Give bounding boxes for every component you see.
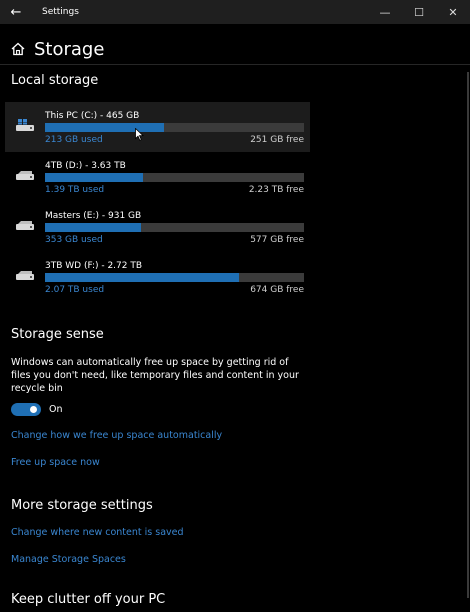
window-controls: — ☐ ✕ — [368, 0, 470, 24]
manage-storage-spaces-link[interactable]: Manage Storage Spaces — [11, 554, 126, 565]
page-title: Storage — [34, 38, 105, 60]
drive-usage-bar — [45, 173, 304, 182]
maximize-button[interactable]: ☐ — [402, 0, 436, 24]
change-save-location-link[interactable]: Change where new content is saved — [11, 527, 184, 538]
drive-item-f[interactable]: 3TB WD (F:) - 2.72 TB 2.07 TB used 674 G… — [5, 252, 310, 302]
back-button[interactable]: ← — [0, 0, 32, 24]
drive-item-d[interactable]: 4TB (D:) - 3.63 TB 1.39 TB used 2.23 TB … — [5, 152, 310, 202]
drive-icon — [16, 171, 34, 180]
drive-name: 3TB WD (F:) - 2.72 TB — [45, 261, 143, 271]
page-header: Storage — [10, 36, 104, 62]
toggle-state-label: On — [49, 404, 63, 415]
drive-name: Masters (E:) - 931 GB — [45, 211, 142, 221]
local-storage-heading: Local storage — [11, 73, 99, 88]
drive-name: This PC (C:) - 465 GB — [45, 111, 140, 121]
scrollbar[interactable] — [467, 72, 469, 598]
back-arrow-icon: ← — [10, 4, 22, 20]
home-icon[interactable] — [10, 41, 26, 57]
mouse-cursor-icon — [135, 128, 144, 141]
close-button[interactable]: ✕ — [436, 0, 470, 24]
free-up-space-now-link[interactable]: Free up space now — [11, 457, 100, 468]
windows-drive-icon — [16, 119, 34, 131]
title-bar: ← Settings — ☐ ✕ — [0, 0, 470, 24]
drive-used: 213 GB used — [45, 135, 103, 145]
storage-sense-toggle[interactable] — [11, 403, 41, 416]
drive-usage-fill — [45, 273, 240, 282]
drive-free: 674 GB free — [250, 285, 304, 295]
drive-free: 2.23 TB free — [248, 185, 304, 195]
drive-free: 577 GB free — [250, 235, 304, 245]
drive-usage-bar — [45, 273, 304, 282]
settings-window: ← Settings — ☐ ✕ Storage Local storage T… — [0, 0, 470, 612]
toggle-knob — [30, 406, 37, 413]
drive-icon — [16, 271, 34, 280]
storage-sense-description: Windows can automatically free up space … — [11, 357, 299, 394]
minimize-icon: — — [379, 5, 391, 19]
app-title: Settings — [42, 7, 79, 17]
drive-usage-bar — [45, 123, 304, 132]
drive-usage-fill — [45, 123, 165, 132]
storage-sense-heading: Storage sense — [11, 327, 104, 342]
drive-used: 353 GB used — [45, 235, 103, 245]
change-free-up-space-link[interactable]: Change how we free up space automaticall… — [11, 430, 222, 441]
drive-usage-fill — [45, 223, 141, 232]
drive-name: 4TB (D:) - 3.63 TB — [45, 161, 126, 171]
close-icon: ✕ — [448, 5, 458, 19]
drive-item-c[interactable]: This PC (C:) - 465 GB 213 GB used 251 GB… — [5, 102, 310, 152]
more-storage-settings-heading: More storage settings — [11, 498, 153, 513]
drive-free: 251 GB free — [250, 135, 304, 145]
maximize-icon: ☐ — [414, 5, 424, 19]
drive-item-e[interactable]: Masters (E:) - 931 GB 353 GB used 577 GB… — [5, 202, 310, 252]
drive-icon — [16, 221, 34, 230]
drive-usage-fill — [45, 173, 144, 182]
drive-used: 1.39 TB used — [45, 185, 105, 195]
drive-used: 2.07 TB used — [45, 285, 105, 295]
keep-clutter-heading: Keep clutter off your PC — [11, 592, 166, 607]
header-divider — [0, 64, 470, 65]
minimize-button[interactable]: — — [368, 0, 402, 24]
drive-usage-bar — [45, 223, 304, 232]
